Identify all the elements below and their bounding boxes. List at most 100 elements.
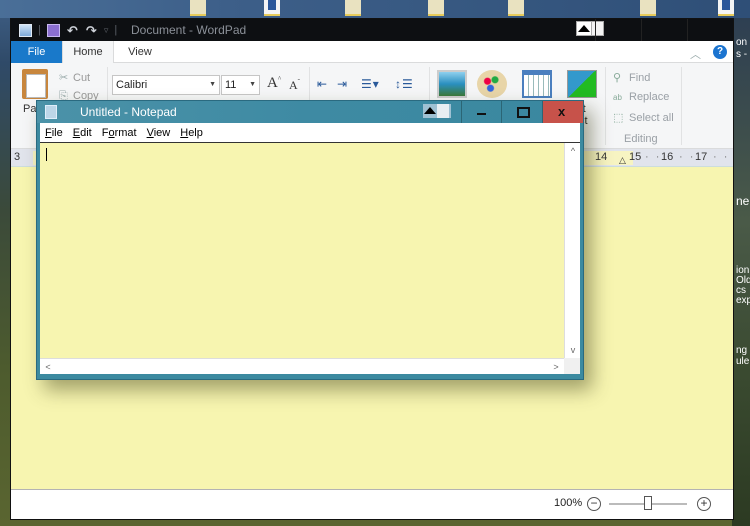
desktop-word-doc-icon[interactable]: [718, 0, 734, 16]
maximize-button[interactable]: [501, 101, 541, 123]
picture-icon[interactable]: [437, 70, 467, 98]
tab-home[interactable]: Home: [62, 41, 114, 63]
zoom-slider-thumb[interactable]: [644, 496, 652, 510]
group-divider: [605, 67, 606, 145]
desktop-label-fragment: s -: [736, 49, 748, 60]
collapse-ribbon-icon[interactable]: ︿: [690, 46, 701, 62]
pin-overlay[interactable]: [423, 104, 451, 118]
font-size-select[interactable]: 11 ▼: [221, 75, 260, 95]
scroll-left-icon[interactable]: <: [41, 360, 55, 374]
close-button[interactable]: [687, 19, 733, 41]
paste-icon[interactable]: [22, 69, 48, 99]
zoom-percent: 100%: [554, 497, 583, 509]
separator: |: [38, 24, 41, 36]
status-bar: 100% − +: [11, 489, 733, 519]
replace-button[interactable]: ab Replace: [613, 91, 669, 103]
minimize-button[interactable]: [595, 19, 641, 41]
close-button[interactable]: x: [542, 101, 583, 123]
horizontal-scrollbar[interactable]: < >: [40, 358, 564, 374]
menu-edit[interactable]: Edit: [68, 123, 97, 142]
desktop-file-icon[interactable]: [190, 0, 206, 16]
ruler-number: 17: [695, 151, 708, 163]
grow-font-button[interactable]: A^: [267, 75, 281, 92]
notepad-text-area[interactable]: [40, 143, 564, 358]
customize-qat-icon[interactable]: ▿: [104, 25, 109, 36]
replace-icon: ab: [613, 93, 622, 102]
maximize-button[interactable]: [641, 19, 687, 41]
desktop-label-fragment: on: [736, 37, 748, 48]
zoom-out-button[interactable]: −: [587, 497, 601, 511]
desktop-background-strip: [0, 0, 750, 18]
group-divider: [681, 67, 682, 145]
editing-group-label: Editing: [624, 133, 658, 145]
shrink-font-button[interactable]: Aˇ: [289, 78, 300, 93]
font-size-value: 11: [225, 79, 237, 91]
date-time-icon[interactable]: [522, 70, 552, 98]
shrink-font-icon: A: [289, 78, 298, 92]
insert-object-icon[interactable]: [567, 70, 597, 98]
scroll-down-icon[interactable]: v: [566, 343, 580, 357]
find-button[interactable]: ⚲ Find: [613, 71, 650, 84]
ruler-ticks: · ·: [679, 151, 696, 163]
desktop-file-icon[interactable]: [345, 0, 361, 16]
increase-indent-icon[interactable]: ⇥: [337, 77, 348, 91]
close-icon: x: [558, 104, 566, 119]
ruler-number: 3: [14, 151, 21, 163]
ruler-number: 15: [629, 151, 642, 163]
separator: |: [114, 24, 118, 36]
grow-font-icon: A: [267, 75, 278, 91]
help-icon[interactable]: ?: [713, 45, 727, 59]
font-family-select[interactable]: Calibri ▼: [112, 75, 220, 95]
line-spacing-icon[interactable]: ↕☰: [395, 77, 414, 91]
size-grip[interactable]: [564, 358, 580, 374]
desktop-label-fragment: ule.: [736, 356, 750, 367]
window-controls: [595, 19, 733, 41]
desktop-word-doc-icon[interactable]: [264, 0, 280, 16]
ruler-ticks: · ·: [645, 151, 662, 163]
save-icon[interactable]: [46, 23, 60, 37]
wordpad-title-bar[interactable]: | ↶ ↷ ▿ | Document - WordPad: [11, 19, 733, 41]
desktop-file-icon[interactable]: [428, 0, 444, 16]
menu-help[interactable]: Help: [175, 123, 208, 142]
vertical-scrollbar[interactable]: ^ v: [564, 143, 580, 358]
scroll-up-icon[interactable]: ^: [566, 144, 580, 158]
redo-icon[interactable]: ↷: [85, 24, 98, 37]
binoculars-icon: ⚲: [613, 72, 622, 84]
paint-drawing-icon[interactable]: [477, 70, 507, 98]
menu-format[interactable]: Format: [97, 123, 142, 142]
notepad-icon[interactable]: [45, 105, 57, 119]
desktop-file-icon[interactable]: [508, 0, 524, 16]
scissors-icon: ✂: [59, 72, 69, 84]
font-family-value: Calibri: [116, 79, 148, 91]
ruler-number: 16: [661, 151, 674, 163]
tab-file[interactable]: File: [11, 41, 62, 63]
text-caret: [46, 148, 47, 161]
desktop-label-fragment: exp: [736, 295, 750, 306]
right-indent-marker-icon[interactable]: △: [619, 155, 626, 166]
bullets-icon[interactable]: ☰▾: [361, 77, 380, 91]
undo-icon[interactable]: ↶: [66, 24, 79, 37]
decrease-indent-icon[interactable]: ⇤: [317, 77, 328, 91]
notepad-title-bar[interactable]: Untitled - Notepad x: [37, 101, 583, 123]
desktop-label-fragment: ne: [736, 194, 750, 208]
zoom-in-button[interactable]: +: [697, 497, 711, 511]
tab-view[interactable]: View: [123, 41, 157, 63]
scroll-right-icon[interactable]: >: [549, 360, 563, 374]
triangle-up-icon: [423, 104, 437, 118]
desktop-file-icon[interactable]: [640, 0, 656, 16]
notepad-title: Untitled - Notepad: [80, 105, 177, 119]
chevron-down-icon: ▼: [209, 81, 216, 88]
menu-view[interactable]: View: [142, 123, 176, 142]
quick-access-toolbar: | ↶ ↷ ▿ |: [19, 23, 117, 37]
ruler-ticks: · ·: [713, 151, 730, 163]
minimize-button[interactable]: [461, 101, 501, 123]
wordpad-icon[interactable]: [19, 23, 32, 37]
menu-file[interactable]: File: [40, 123, 68, 142]
chevron-down-icon: ▼: [249, 81, 256, 88]
select-all-button[interactable]: ⬚ Select all: [613, 111, 674, 124]
replace-label: Replace: [629, 91, 670, 103]
cut-button[interactable]: ✂ Cut: [59, 71, 90, 84]
cut-label: Cut: [73, 72, 91, 84]
select-all-icon: ⬚: [613, 112, 624, 124]
find-label: Find: [629, 72, 651, 84]
